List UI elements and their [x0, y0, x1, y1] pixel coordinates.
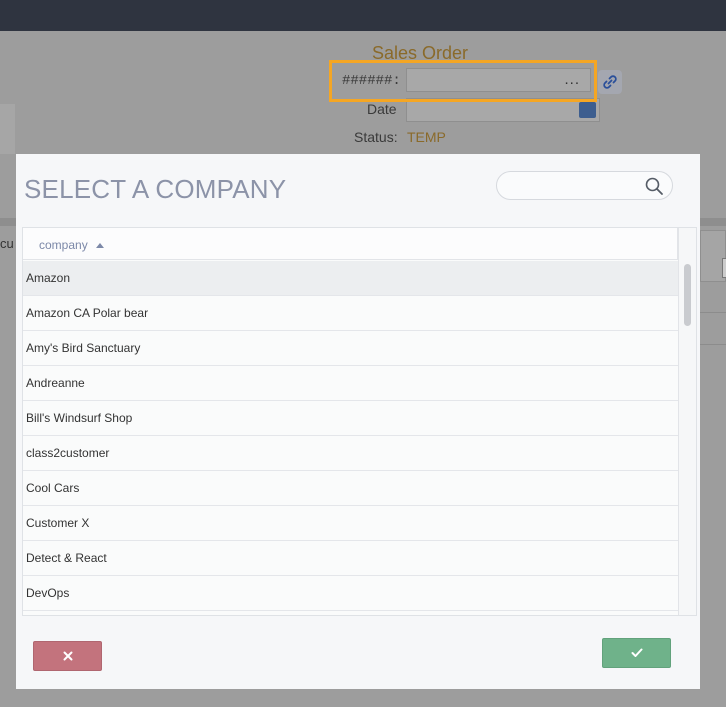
company-row[interactable]: Detect & React: [23, 541, 678, 576]
cancel-button[interactable]: [33, 641, 102, 671]
highlight-box: [329, 60, 597, 102]
company-row[interactable]: Amazon: [23, 261, 678, 296]
link-button[interactable]: [598, 70, 622, 94]
background-cut-text: cu: [0, 236, 14, 251]
sort-ascending-icon[interactable]: [96, 243, 104, 248]
company-row[interactable]: Amy's Bird Sanctuary: [23, 331, 678, 366]
dialog-title: SELECT A COMPANY: [24, 174, 287, 204]
background-left-panel: [0, 104, 15, 154]
background-rule: [700, 312, 726, 313]
date-label: Date: [367, 101, 397, 117]
calendar-icon[interactable]: [579, 102, 596, 118]
status-label: Status:: [354, 129, 398, 145]
background-right-checkbox: [722, 258, 726, 278]
column-header-company[interactable]: company: [39, 238, 88, 252]
company-row[interactable]: Amazon CA Polar bear: [23, 296, 678, 331]
search-icon[interactable]: [644, 176, 664, 196]
company-row[interactable]: class2customer: [23, 436, 678, 471]
scrollbar-thumb[interactable]: [684, 264, 691, 326]
company-row[interactable]: DevOps: [23, 576, 678, 611]
status-value: TEMP: [407, 129, 446, 145]
background-rule: [700, 344, 726, 345]
grid-rows: Amazon Amazon CA Polar bear Amy's Bird San…: [23, 261, 678, 611]
scrollbar-track[interactable]: [678, 228, 696, 615]
grid-header: company: [23, 228, 678, 260]
confirm-button[interactable]: [602, 638, 671, 668]
search-input[interactable]: [496, 171, 673, 200]
link-icon: [603, 75, 617, 89]
company-grid: company Amazon Amazon CA Polar bear Amy's …: [22, 227, 697, 616]
select-company-dialog: SELECT A COMPANY company Amazon Amazon CA…: [16, 154, 700, 689]
company-row[interactable]: Andreanne: [23, 366, 678, 401]
close-icon: [63, 651, 72, 661]
company-row[interactable]: Bill's Windsurf Shop: [23, 401, 678, 436]
check-icon: [631, 648, 642, 657]
app-topbar: [0, 0, 726, 31]
company-row[interactable]: Customer X: [23, 506, 678, 541]
company-row[interactable]: Cool Cars: [23, 471, 678, 506]
